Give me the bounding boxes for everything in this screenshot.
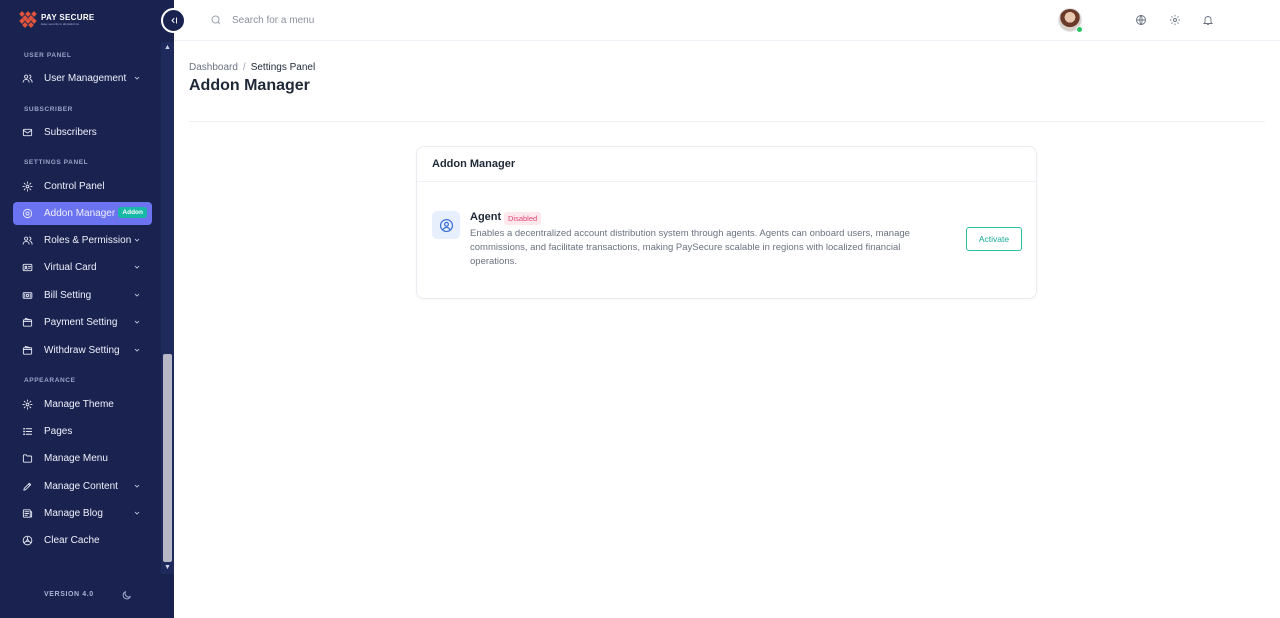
gear-icon bbox=[22, 181, 33, 192]
sidebar-item-label: Virtual Card bbox=[44, 262, 97, 273]
activate-button[interactable]: Activate bbox=[966, 227, 1022, 251]
addon-manager-card: Addon Manager Agent Disabled Enables a d… bbox=[416, 146, 1037, 299]
sidebar-item-label: Manage Content bbox=[44, 481, 118, 492]
chevron-down-icon[interactable] bbox=[133, 482, 141, 490]
header-divider bbox=[189, 121, 1265, 122]
dark-mode-icon[interactable] bbox=[121, 590, 132, 601]
card-title: Addon Manager bbox=[432, 158, 516, 170]
logo-icon bbox=[19, 11, 37, 29]
sidebar-item-label: Payment Setting bbox=[44, 317, 118, 328]
pencil-icon bbox=[22, 481, 33, 492]
bill-icon bbox=[22, 290, 33, 301]
sidebar-item-label: Control Panel bbox=[44, 181, 105, 192]
sidebar: PAY SECURE Easy security in all platform… bbox=[0, 0, 174, 618]
online-status-dot bbox=[1076, 26, 1083, 33]
sidebar-item-subscribers[interactable]: Subscribers bbox=[13, 121, 152, 144]
chevron-down-icon[interactable] bbox=[133, 263, 141, 271]
chevron-down-icon[interactable] bbox=[133, 509, 141, 517]
section-label-settings-panel: SETTINGS PANEL bbox=[24, 159, 89, 166]
sidebar-item-label: Manage Theme bbox=[44, 399, 114, 410]
search-icon bbox=[211, 15, 221, 25]
sidebar-item-label: Withdraw Setting bbox=[44, 345, 120, 356]
version-label: VERSION 4.0 bbox=[44, 591, 94, 598]
brand-tagline: Easy security in all platforms bbox=[41, 22, 80, 26]
status-badge: Disabled bbox=[504, 212, 542, 225]
sidebar-item-label: Clear Cache bbox=[44, 535, 100, 546]
mail-icon bbox=[22, 127, 33, 138]
sidebar-item-payment-setting[interactable]: Payment Setting bbox=[13, 311, 152, 334]
sidebar-item-clear-cache[interactable]: Clear Cache bbox=[13, 529, 152, 552]
addon-name: Agent bbox=[470, 211, 502, 223]
chevron-down-icon[interactable] bbox=[133, 74, 141, 82]
addon-description: Enables a decentralized account distribu… bbox=[470, 228, 910, 267]
wallet-icon bbox=[22, 345, 33, 356]
users-icon bbox=[22, 235, 33, 246]
brand-logo[interactable]: PAY SECURE Easy security in all platform… bbox=[19, 10, 95, 30]
sidebar-item-addon-manager[interactable]: Addon Manager Addon bbox=[13, 202, 152, 225]
section-label-appearance: APPEARANCE bbox=[24, 377, 76, 384]
card-header: Addon Manager bbox=[417, 147, 1036, 182]
sidebar-item-label: Manage Blog bbox=[44, 508, 103, 519]
sidebar-item-label: Pages bbox=[44, 426, 73, 437]
folder-icon bbox=[22, 453, 33, 464]
breadcrumb-current: Settings Panel bbox=[250, 62, 316, 73]
sidebar-item-control-panel[interactable]: Control Panel bbox=[13, 175, 152, 198]
sidebar-item-virtual-card[interactable]: Virtual Card bbox=[13, 256, 152, 279]
scrollbar-thumb[interactable] bbox=[163, 354, 172, 562]
chevron-down-icon[interactable] bbox=[133, 318, 141, 326]
gear-icon[interactable] bbox=[1169, 14, 1181, 26]
sidebar-item-label: Addon Manager bbox=[44, 208, 116, 219]
addon-icon bbox=[22, 208, 33, 219]
sidebar-item-label: Subscribers bbox=[44, 127, 97, 138]
breadcrumb-separator: / bbox=[242, 62, 246, 73]
page-title: Addon Manager bbox=[189, 77, 310, 94]
collapse-icon bbox=[171, 17, 177, 24]
breadcrumb: Dashboard / Settings Panel bbox=[189, 62, 315, 73]
chevron-down-icon[interactable] bbox=[133, 236, 141, 244]
sidebar-item-roles-permission[interactable]: Roles & Permission bbox=[13, 229, 152, 252]
sidebar-item-pages[interactable]: Pages bbox=[13, 420, 152, 443]
sidebar-scrollbar[interactable]: ▲ ▼ bbox=[161, 42, 174, 574]
list-icon bbox=[22, 426, 33, 437]
sidebar-item-label: Bill Setting bbox=[44, 290, 92, 301]
sidebar-collapse-button[interactable] bbox=[161, 8, 186, 33]
sidebar-item-withdraw-setting[interactable]: Withdraw Setting bbox=[13, 339, 152, 362]
agent-addon-icon bbox=[432, 211, 460, 239]
sidebar-item-label: Manage Menu bbox=[44, 453, 108, 464]
wallet-icon bbox=[22, 317, 33, 328]
sidebar-item-label: User Management bbox=[44, 73, 127, 84]
brand-name: PAY SECURE bbox=[41, 13, 95, 22]
section-label-subscriber: SUBSCRIBER bbox=[24, 106, 73, 113]
users-icon bbox=[22, 73, 33, 84]
sidebar-item-user-management[interactable]: User Management bbox=[13, 67, 152, 90]
id-card-icon bbox=[22, 262, 33, 273]
section-label-user-panel: USER PANEL bbox=[24, 52, 72, 59]
topbar bbox=[174, 0, 1280, 41]
breadcrumb-dashboard-link[interactable]: Dashboard bbox=[189, 62, 238, 73]
app-root: PAY SECURE Easy security in all platform… bbox=[0, 0, 1280, 618]
scroll-down-icon[interactable]: ▼ bbox=[163, 563, 172, 572]
sidebar-item-label: Roles & Permission bbox=[44, 235, 132, 246]
sidebar-item-bill-setting[interactable]: Bill Setting bbox=[13, 284, 152, 307]
newspaper-icon bbox=[22, 508, 33, 519]
chevron-down-icon[interactable] bbox=[133, 291, 141, 299]
bell-icon[interactable] bbox=[1202, 14, 1214, 26]
sidebar-item-manage-content[interactable]: Manage Content bbox=[13, 475, 152, 498]
chevron-down-icon[interactable] bbox=[133, 346, 141, 354]
gear-icon bbox=[22, 399, 33, 410]
addon-badge: Addon bbox=[118, 207, 147, 218]
sidebar-item-manage-blog[interactable]: Manage Blog bbox=[13, 502, 152, 525]
scroll-up-icon[interactable]: ▲ bbox=[163, 43, 172, 52]
radiation-icon bbox=[22, 535, 33, 546]
sidebar-item-manage-theme[interactable]: Manage Theme bbox=[13, 393, 152, 416]
sidebar-item-manage-menu[interactable]: Manage Menu bbox=[13, 447, 152, 470]
globe-icon[interactable] bbox=[1135, 14, 1147, 26]
search-input[interactable] bbox=[232, 12, 472, 29]
